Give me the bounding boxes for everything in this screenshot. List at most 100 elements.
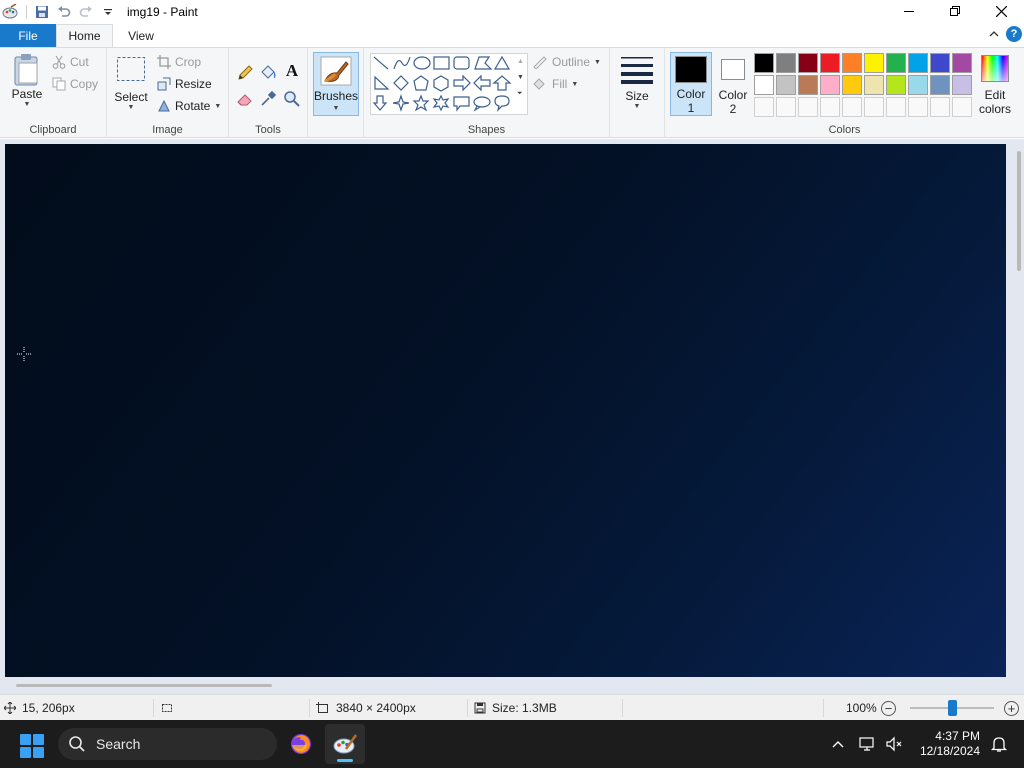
palette-color-swatch[interactable] — [864, 53, 884, 73]
redo-icon[interactable] — [75, 1, 97, 23]
palette-color-swatch[interactable] — [842, 53, 862, 73]
palette-custom-slot[interactable] — [930, 97, 950, 117]
crosshair-cursor-icon — [17, 347, 31, 361]
maximize-button[interactable] — [932, 0, 978, 22]
search-icon — [69, 736, 85, 752]
paint-window: img19 - Paint File Home View ? Paste ▼ C… — [0, 0, 1024, 768]
clock-time: 4:37 PM — [935, 729, 980, 743]
palette-color-swatch[interactable] — [798, 53, 818, 73]
palette-custom-slot[interactable] — [820, 97, 840, 117]
show-hidden-icons-chevron-icon[interactable] — [826, 740, 850, 748]
firefox-taskbar-icon[interactable] — [281, 724, 321, 764]
copy-button[interactable]: Copy — [52, 74, 98, 94]
zoom-slider-thumb[interactable] — [947, 700, 957, 716]
gallery-scroll-down-icon[interactable]: ▼ — [517, 74, 525, 81]
color2-button[interactable]: Color 2 — [715, 52, 751, 116]
size-button[interactable]: Size ▼ — [618, 54, 656, 110]
crop-button[interactable]: Crop — [157, 52, 201, 72]
palette-color-swatch[interactable] — [886, 75, 906, 95]
color1-swatch — [675, 56, 707, 83]
color1-button[interactable]: Color 1 — [670, 52, 712, 116]
palette-custom-slot[interactable] — [798, 97, 818, 117]
colors-group-label: Colors — [828, 124, 861, 136]
undo-icon[interactable] — [53, 1, 75, 23]
palette-color-swatch[interactable] — [952, 53, 972, 73]
tab-file[interactable]: File — [0, 24, 56, 47]
collapse-ribbon-icon[interactable] — [986, 26, 1002, 42]
palette-color-swatch[interactable] — [930, 75, 950, 95]
paste-button[interactable]: Paste ▼ — [8, 53, 46, 108]
taskbar: Search 4:37 PM 12/18/2024 — [0, 720, 1024, 768]
rotate-button[interactable]: Rotate ▼ — [157, 96, 221, 116]
qat-divider — [26, 5, 27, 19]
image-size-icon — [316, 702, 328, 713]
taskbar-clock[interactable]: 4:37 PM 12/18/2024 — [920, 729, 980, 759]
palette-color-swatch[interactable] — [908, 75, 928, 95]
pencil-icon[interactable] — [236, 64, 254, 82]
shapes-gallery-scroll[interactable]: ▲ ▼ ⏷ — [517, 58, 525, 112]
paste-label: Paste — [11, 87, 43, 101]
network-icon[interactable] — [854, 736, 882, 752]
zoom-in-button[interactable]: + — [1004, 701, 1019, 716]
gallery-scroll-up-icon[interactable]: ▲ — [517, 58, 525, 65]
vertical-scrollbar[interactable] — [1017, 151, 1021, 271]
text-tool-icon[interactable]: A — [283, 62, 301, 80]
color-picker-icon[interactable] — [259, 90, 277, 108]
palette-color-swatch[interactable] — [798, 75, 818, 95]
palette-custom-slot[interactable] — [952, 97, 972, 117]
gallery-expand-icon[interactable]: ⏷ — [517, 90, 525, 98]
paint-app-icon[interactable] — [2, 4, 18, 20]
outline-button[interactable]: Outline ▼ — [532, 52, 601, 72]
shapes-group-label: Shapes — [467, 124, 506, 136]
fill-button[interactable]: Fill ▼ — [532, 74, 578, 94]
file-size-text: Size: 1.3MB — [492, 701, 557, 715]
horizontal-scrollbar[interactable] — [16, 684, 272, 687]
palette-color-swatch[interactable] — [930, 53, 950, 73]
tab-view[interactable]: View — [114, 24, 168, 47]
cut-button[interactable]: Cut — [52, 52, 89, 72]
palette-color-swatch[interactable] — [820, 75, 840, 95]
color1-label-line2: 1 — [687, 101, 695, 115]
palette-custom-slot[interactable] — [754, 97, 774, 117]
help-icon[interactable]: ? — [1006, 26, 1022, 42]
palette-custom-slot[interactable] — [776, 97, 796, 117]
zoom-out-button[interactable]: − — [881, 701, 896, 716]
save-icon[interactable] — [31, 1, 53, 23]
palette-color-swatch[interactable] — [952, 75, 972, 95]
notifications-bell-icon[interactable] — [990, 735, 1008, 753]
magnifier-icon[interactable] — [283, 90, 301, 108]
close-button[interactable] — [978, 0, 1024, 22]
palette-custom-slot[interactable] — [842, 97, 862, 117]
palette-color-swatch[interactable] — [754, 75, 774, 95]
palette-color-swatch[interactable] — [908, 53, 928, 73]
select-button[interactable]: Select ▼ — [114, 56, 148, 111]
palette-color-swatch[interactable] — [864, 75, 884, 95]
brushes-button[interactable]: Brushes ▼ — [313, 52, 359, 116]
edit-colors-button[interactable]: Edit colors — [976, 52, 1014, 116]
palette-color-swatch[interactable] — [776, 53, 796, 73]
palette-color-swatch[interactable] — [886, 53, 906, 73]
volume-muted-icon[interactable] — [882, 736, 906, 752]
edit-colors-label-line2: colors — [978, 102, 1011, 116]
customize-quick-access-icon[interactable] — [97, 1, 119, 23]
fill-bucket-icon[interactable] — [259, 64, 277, 82]
shapes-group: ▲ ▼ ⏷ Outline ▼ Fill ▼ Shapes — [364, 48, 610, 138]
drawing-canvas[interactable] — [5, 144, 1006, 677]
paint-taskbar-icon[interactable] — [325, 724, 365, 764]
fill-dropdown-caret: ▼ — [571, 80, 579, 88]
palette-color-swatch[interactable] — [842, 75, 862, 95]
palette-color-swatch[interactable] — [776, 75, 796, 95]
crop-icon — [157, 55, 171, 69]
resize-button[interactable]: Resize — [157, 74, 212, 94]
palette-color-swatch[interactable] — [820, 53, 840, 73]
eraser-icon[interactable] — [236, 90, 254, 108]
palette-color-swatch[interactable] — [754, 53, 774, 73]
taskbar-search[interactable]: Search — [58, 728, 277, 760]
palette-custom-slot[interactable] — [908, 97, 928, 117]
minimize-button[interactable] — [886, 0, 932, 22]
tab-home[interactable]: Home — [56, 24, 113, 47]
windows-start-button[interactable] — [20, 734, 44, 758]
palette-custom-slot[interactable] — [886, 97, 906, 117]
status-separator — [153, 699, 154, 717]
palette-custom-slot[interactable] — [864, 97, 884, 117]
